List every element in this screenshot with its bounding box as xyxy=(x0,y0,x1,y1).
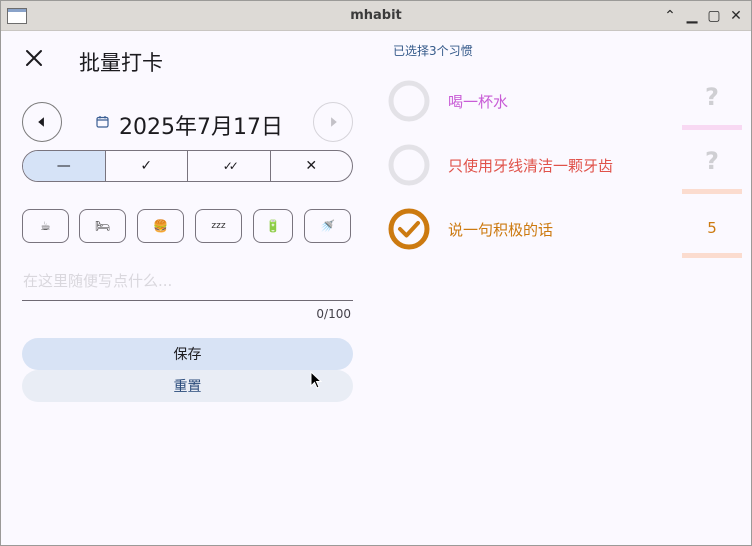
segment-failed[interactable]: ✕ xyxy=(269,151,353,181)
bed-icon: 🛏 xyxy=(94,219,111,233)
cross-icon: ✕ xyxy=(305,158,318,174)
chip-coffee[interactable]: ☕ xyxy=(22,209,69,243)
coffee-icon: ☕ xyxy=(40,219,51,233)
calendar-icon xyxy=(96,116,109,128)
chip-shower[interactable]: 🚿 xyxy=(304,209,351,243)
burger-icon: 🍔 xyxy=(153,219,168,233)
habit-progress-bar xyxy=(682,125,742,130)
battery-icon: 🔋 xyxy=(265,219,281,233)
reset-button[interactable]: 重置 xyxy=(22,370,353,402)
habit-row[interactable]: 只使用牙线清洁一颗牙齿 ? xyxy=(387,143,743,203)
previous-day-button[interactable] xyxy=(22,102,62,142)
minimize-button[interactable]: ▁ xyxy=(683,6,701,26)
habit-name: 喝一杯水 xyxy=(448,93,509,111)
mouse-cursor-icon xyxy=(310,371,322,389)
habit-row[interactable]: 说一句积极的话 5 xyxy=(387,207,743,267)
habit-name: 只使用牙线清洁一颗牙齿 xyxy=(448,157,614,175)
note-underline xyxy=(22,300,353,301)
chevron-left-icon xyxy=(38,117,44,127)
date-display[interactable]: 2025年7月17日 xyxy=(119,109,283,141)
close-window-button[interactable]: ✕ xyxy=(727,6,745,26)
habit-value[interactable]: ? xyxy=(682,147,742,175)
window-title: mhabit xyxy=(350,8,402,23)
habit-progress-bar xyxy=(682,189,742,194)
segment-done[interactable]: ✓ xyxy=(104,151,188,181)
segment-done-all[interactable]: ✓✓ xyxy=(187,151,270,181)
habit-value[interactable]: 5 xyxy=(682,219,742,237)
maximize-button[interactable]: ▢ xyxy=(705,6,723,26)
title-bar: mhabit ⌃ ▁ ▢ ✕ xyxy=(1,1,751,31)
sleep-icon: zzz xyxy=(211,221,226,231)
app-window: mhabit ⌃ ▁ ▢ ✕ 批量打卡 2025年7月17日 — ✓ ✓✓ ✕ … xyxy=(0,0,752,546)
habit-status-ring-icon[interactable] xyxy=(387,79,431,123)
chip-burger[interactable]: 🍔 xyxy=(137,209,184,243)
selected-count: 已选择3个习惯 xyxy=(393,44,473,58)
chip-sleep[interactable]: zzz xyxy=(195,209,242,243)
segment-skip[interactable]: — xyxy=(23,151,105,181)
chip-bed[interactable]: 🛏 xyxy=(79,209,126,243)
habit-done-check-icon[interactable] xyxy=(387,207,431,251)
note-input[interactable]: 在这里随便写点什么... xyxy=(23,270,172,291)
double-check-icon: ✓✓ xyxy=(222,159,239,173)
chip-battery[interactable]: 🔋 xyxy=(253,209,293,243)
habit-progress-bar xyxy=(682,253,742,258)
habit-row[interactable]: 喝一杯水 ? xyxy=(387,79,743,139)
habit-name: 说一句积极的话 xyxy=(448,221,554,239)
shade-icon[interactable]: ⌃ xyxy=(661,6,679,26)
next-day-button[interactable] xyxy=(313,102,353,142)
page-title: 批量打卡 xyxy=(79,51,163,75)
habit-status-ring-icon[interactable] xyxy=(387,143,431,187)
char-counter: 0/100 xyxy=(316,307,351,321)
shower-icon: 🚿 xyxy=(320,219,335,233)
check-icon: ✓ xyxy=(140,158,153,174)
save-button[interactable]: 保存 xyxy=(22,338,353,370)
chevron-right-icon xyxy=(331,117,337,127)
habit-value[interactable]: ? xyxy=(682,83,742,111)
dash-icon: — xyxy=(56,158,71,174)
status-segmented-control: — ✓ ✓✓ ✕ xyxy=(22,150,353,182)
close-icon[interactable] xyxy=(23,47,45,69)
